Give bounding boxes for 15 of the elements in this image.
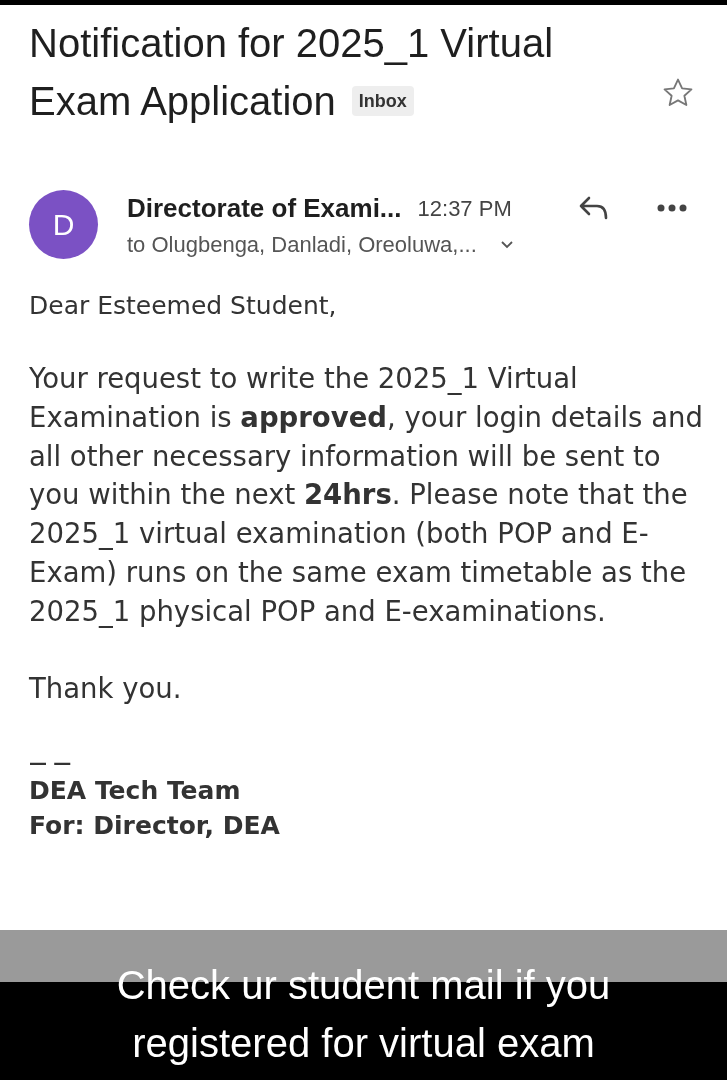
sender-name: Directorate of Exami... (127, 191, 402, 225)
recipients: to Olugbenga, Danladi, Oreoluwa,... (127, 231, 477, 259)
more-options-icon[interactable] (657, 204, 687, 212)
signature-line: For: Director, DEA (29, 810, 281, 843)
body-paragraph: Your request to write the 2025_1 Virtual Examination is approved, your login details and all other necessary information will be sent to you within the next 24hrs. Please note that the 2025_1 virtual examination (both POP and E-Exam) runs on the same exam timetable as the 2025_1 physical POP and E-examinations. (29, 361, 704, 630)
greeting: Dear Esteemed Student, (29, 291, 338, 321)
inbox-label[interactable]: Inbox (351, 86, 414, 116)
sender-avatar: D (29, 190, 98, 259)
email-subject: Exam Application (29, 78, 336, 125)
chevron-down-icon[interactable] (500, 240, 513, 249)
signature-line: DEA Tech Team (29, 775, 242, 808)
body-paragraph: Thank you. (29, 670, 183, 706)
sent-time: 12:37 PM (417, 194, 512, 223)
email-subject: Notification for 2025_1 Virtual (29, 20, 554, 67)
signature-separator: — — (29, 753, 73, 774)
